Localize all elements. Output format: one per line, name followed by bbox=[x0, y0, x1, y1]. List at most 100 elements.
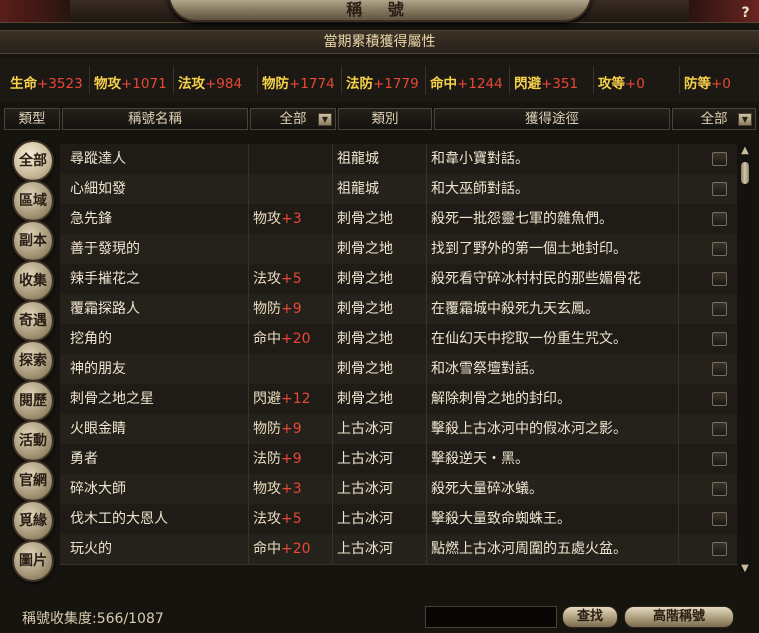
tab-category[interactable]: 探索 bbox=[12, 340, 54, 382]
title-source: 殺死看守碎冰村村民的那些媚骨花 bbox=[431, 271, 641, 287]
title-bonus: 物防+9 bbox=[253, 414, 302, 444]
table-row[interactable]: 火眼金睛 物防+9 上古冰河 擊殺上古冰河中的假冰河之影。 bbox=[60, 414, 737, 445]
column-divider bbox=[426, 444, 427, 474]
tab-category[interactable]: 閱歷 bbox=[12, 380, 54, 422]
bonus-value: +20 bbox=[281, 331, 311, 347]
equip-checkbox[interactable] bbox=[712, 332, 727, 346]
stat-value: +351 bbox=[541, 76, 579, 92]
scroll-down-icon[interactable]: ▼ bbox=[738, 562, 752, 576]
stat-divider bbox=[679, 66, 680, 94]
title-name: 刺骨之地之星 bbox=[70, 391, 154, 407]
stat-label: 防等 bbox=[684, 76, 711, 92]
tab-category[interactable]: 全部 bbox=[12, 140, 54, 182]
equip-checkbox[interactable] bbox=[712, 182, 727, 196]
equip-checkbox[interactable] bbox=[712, 512, 727, 526]
equip-checkbox[interactable] bbox=[712, 302, 727, 316]
scrollbar[interactable]: ▲ ▼ bbox=[738, 144, 752, 576]
tab-category[interactable]: 覓緣 bbox=[12, 500, 54, 542]
equip-checkbox[interactable] bbox=[712, 482, 727, 496]
tab-category[interactable]: 官網 bbox=[12, 460, 54, 502]
title-category: 上古冰河 bbox=[337, 481, 393, 497]
equip-checkbox[interactable] bbox=[712, 362, 727, 376]
tab-category[interactable]: 區域 bbox=[12, 180, 54, 222]
title-category: 上古冰河 bbox=[337, 511, 393, 527]
scroll-thumb[interactable] bbox=[741, 162, 749, 184]
column-divider bbox=[248, 354, 249, 384]
stat-label: 攻等 bbox=[598, 76, 625, 92]
title-name: 神的朋友 bbox=[70, 361, 126, 377]
stat-divider bbox=[173, 66, 174, 94]
table-row[interactable]: 善于發現的 刺骨之地 找到了野外的第一個土地封印。 bbox=[60, 234, 737, 265]
table-row[interactable]: 心細如發 祖龍城 和大巫師對話。 bbox=[60, 174, 737, 205]
bonus-value: +12 bbox=[281, 391, 311, 407]
column-divider bbox=[678, 324, 679, 354]
table-row[interactable]: 碎冰大師 物攻+3 上古冰河 殺死大量碎冰蟻。 bbox=[60, 474, 737, 505]
stat-label: 法防 bbox=[346, 76, 373, 92]
title-source: 在仙幻天中挖取一份重生咒文。 bbox=[431, 331, 627, 347]
bonus-value: +9 bbox=[281, 421, 302, 437]
title-category: 刺骨之地 bbox=[337, 301, 393, 317]
bonus-filter-dropdown[interactable]: 全部 ▼ bbox=[250, 108, 336, 130]
equip-checkbox[interactable] bbox=[712, 242, 727, 256]
title-name: 伐木工的大恩人 bbox=[70, 511, 168, 527]
stat-item: 防等+0 bbox=[684, 72, 731, 92]
source-filter-dropdown[interactable]: 全部 ▼ bbox=[672, 108, 756, 130]
equip-checkbox[interactable] bbox=[712, 212, 727, 226]
equip-checkbox[interactable] bbox=[712, 272, 727, 286]
stats-bar: 生命+3523 物攻+1071 法攻+984 物防+1774 法防+1779 命中+124… bbox=[0, 58, 759, 102]
table-row[interactable]: 勇者 法防+9 上古冰河 擊殺逆天・黑。 bbox=[60, 444, 737, 475]
stat-value: +1779 bbox=[373, 76, 419, 92]
title-name: 碎冰大師 bbox=[70, 481, 126, 497]
advanced-titles-button[interactable]: 高階稱號 bbox=[624, 606, 734, 628]
column-divider bbox=[332, 174, 333, 204]
title-category: 上古冰河 bbox=[337, 421, 393, 437]
help-icon[interactable]: ? bbox=[738, 6, 753, 21]
bonus-value: +9 bbox=[281, 451, 302, 467]
stat-divider bbox=[89, 66, 90, 94]
column-divider bbox=[678, 294, 679, 324]
table-row[interactable]: 挖角的 命中+20 刺骨之地 在仙幻天中挖取一份重生咒文。 bbox=[60, 324, 737, 355]
tab-category[interactable]: 副本 bbox=[12, 220, 54, 262]
tab-category[interactable]: 圖片 bbox=[12, 540, 54, 582]
equip-checkbox[interactable] bbox=[712, 152, 727, 166]
column-divider bbox=[332, 414, 333, 444]
column-divider bbox=[678, 384, 679, 414]
search-input[interactable] bbox=[425, 606, 557, 628]
equip-checkbox[interactable] bbox=[712, 422, 727, 436]
table-row[interactable]: 尋蹤達人 祖龍城 和韋小寶對話。 bbox=[60, 144, 737, 175]
search-button[interactable]: 查找 bbox=[562, 606, 618, 628]
title-bonus: 閃避+12 bbox=[253, 384, 311, 414]
chevron-down-icon[interactable]: ▼ bbox=[738, 113, 752, 126]
title-bonus: 法防+9 bbox=[253, 444, 302, 474]
table-row[interactable]: 玩火的 命中+20 上古冰河 點燃上古冰河周圍的五處火盆。 bbox=[60, 534, 737, 565]
table-row[interactable]: 辣手摧花之 法攻+5 刺骨之地 殺死看守碎冰村村民的那些媚骨花 bbox=[60, 264, 737, 295]
tab-category[interactable]: 收集 bbox=[12, 260, 54, 302]
column-divider bbox=[248, 144, 249, 174]
tab-category[interactable]: 活動 bbox=[12, 420, 54, 462]
table-row[interactable]: 伐木工的大恩人 法攻+5 上古冰河 擊殺大量致命蜘蛛王。 bbox=[60, 504, 737, 535]
table-row[interactable]: 覆霜探路人 物防+9 刺骨之地 在覆霜城中殺死九天玄鳳。 bbox=[60, 294, 737, 325]
equip-checkbox[interactable] bbox=[712, 452, 727, 466]
equip-checkbox[interactable] bbox=[712, 392, 727, 406]
column-divider bbox=[332, 324, 333, 354]
bonus-value: +3 bbox=[281, 481, 302, 497]
scroll-up-icon[interactable]: ▲ bbox=[738, 144, 752, 158]
bonus-label: 物防 bbox=[253, 421, 281, 437]
table-row[interactable]: 刺骨之地之星 閃避+12 刺骨之地 解除刺骨之地的封印。 bbox=[60, 384, 737, 415]
table-row[interactable]: 神的朋友 刺骨之地 和冰雪祭壇對話。 bbox=[60, 354, 737, 385]
column-divider bbox=[248, 534, 249, 564]
table-row[interactable]: 急先鋒 物攻+3 刺骨之地 殺死一批怨靈七軍的雜魚們。 bbox=[60, 204, 737, 235]
chevron-down-icon[interactable]: ▼ bbox=[318, 113, 332, 126]
source-filter-value: 全部 bbox=[700, 111, 728, 127]
equip-checkbox[interactable] bbox=[712, 542, 727, 556]
column-divider bbox=[332, 294, 333, 324]
tab-category[interactable]: 奇遇 bbox=[12, 300, 54, 342]
bonus-filter-value: 全部 bbox=[279, 111, 307, 127]
stat-divider bbox=[341, 66, 342, 94]
title-category: 刺骨之地 bbox=[337, 211, 393, 227]
stat-item: 物防+1774 bbox=[262, 72, 335, 92]
title-name: 辣手摧花之 bbox=[70, 271, 140, 287]
bonus-label: 法攻 bbox=[253, 271, 281, 287]
title-category: 上古冰河 bbox=[337, 451, 393, 467]
column-divider bbox=[678, 474, 679, 504]
